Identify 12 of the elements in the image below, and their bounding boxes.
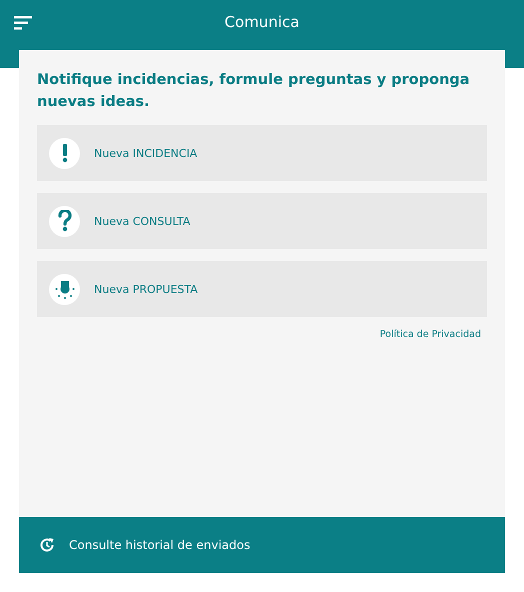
question-icon bbox=[49, 206, 80, 236]
option-button[interactable]: Nueva INCIDENCIA bbox=[37, 125, 487, 181]
exclamation-icon bbox=[49, 138, 80, 168]
menu-icon[interactable] bbox=[14, 16, 32, 30]
history-button[interactable]: Consulte historial de enviados bbox=[19, 517, 505, 573]
history-icon bbox=[39, 537, 55, 553]
option-button[interactable]: Nueva PROPUESTA bbox=[37, 261, 487, 317]
option-button[interactable]: Nueva CONSULTA bbox=[37, 193, 487, 249]
privacy-link[interactable]: Política de Privacidad bbox=[380, 329, 481, 340]
app-title: Comunica bbox=[224, 13, 300, 31]
intro-text: Notifique incidencias, formule preguntas y proponga nuevas ideas. bbox=[37, 71, 471, 112]
lightbulb-icon bbox=[49, 274, 80, 304]
